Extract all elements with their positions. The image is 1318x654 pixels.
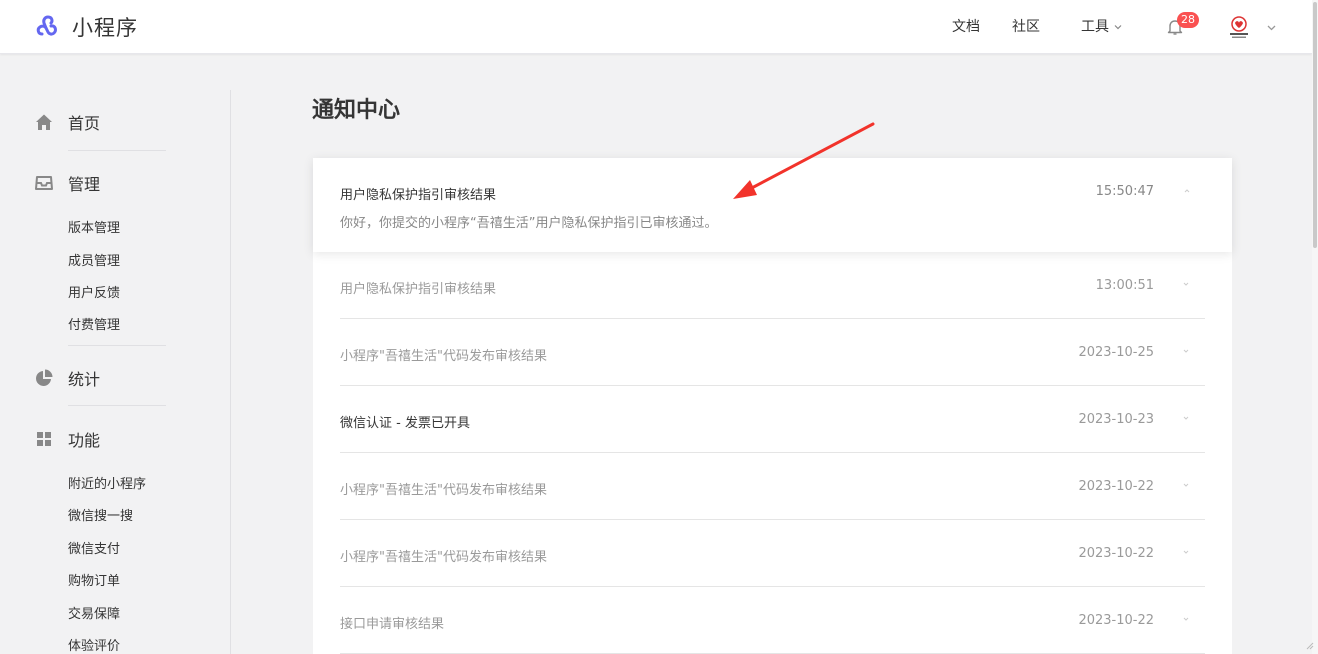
nav-docs-link[interactable]: 文档 [952, 0, 980, 54]
chevron-up-icon[interactable] [1182, 186, 1192, 196]
sidebar-item-wechat-pay[interactable]: 微信支付 [68, 538, 120, 557]
app-title: 小程序 [72, 16, 138, 40]
notification-title: 用户隐私保护指引审核结果 [340, 188, 497, 203]
inbox-icon [35, 176, 53, 190]
logo[interactable]: 小程序 [34, 12, 138, 42]
sidebar-item-manage[interactable]: 管理 [34, 171, 100, 195]
grid-icon [37, 432, 51, 446]
sidebar-item-features[interactable]: 功能 [34, 427, 100, 451]
notification-row[interactable]: 小程序"吾禧生活"代码发布审核结果 2023-10-22 [340, 520, 1205, 587]
notification-time: 2023-10-25 [1078, 345, 1154, 360]
notification-row[interactable]: 接口申请审核结果 2023-10-22 [340, 587, 1205, 654]
nav-tools-label: 工具 [1081, 19, 1109, 35]
sidebar-item-shopping-orders[interactable]: 购物订单 [68, 570, 120, 589]
sidebar-item-experience-rating[interactable]: 体验评价 [68, 635, 120, 654]
sidebar-item-nearby-mini-programs[interactable]: 附近的小程序 [68, 473, 146, 492]
sidebar-divider [230, 90, 231, 654]
chevron-down-icon[interactable] [1181, 279, 1191, 289]
notification-body: 你好，你提交的小程序“吾禧生活”用户隐私保护指引已审核通过。 [340, 216, 718, 231]
notification-row[interactable]: 小程序"吾禧生活"代码发布审核结果 2023-10-22 [340, 453, 1205, 520]
scrollbar-thumb[interactable] [1313, 2, 1317, 248]
notification-title: 用户隐私保护指引审核结果 [340, 282, 497, 297]
notification-title: 小程序"吾禧生活"代码发布审核结果 [340, 550, 547, 565]
notification-row[interactable]: 用户隐私保护指引审核结果 13:00:51 [340, 252, 1205, 319]
notification-title: 接口申请审核结果 [340, 617, 445, 632]
sidebar-item-payment-management[interactable]: 付费管理 [68, 314, 120, 333]
chevron-down-icon[interactable] [1266, 22, 1277, 33]
sidebar-item-label: 首页 [68, 114, 101, 133]
sidebar-item-member-management[interactable]: 成员管理 [68, 250, 120, 269]
sidebar-item-trade-guarantee[interactable]: 交易保障 [68, 603, 120, 622]
notification-time: 2023-10-23 [1078, 412, 1154, 427]
home-icon [36, 114, 52, 130]
notification-title: 小程序"吾禧生活"代码发布审核结果 [340, 349, 547, 364]
sidebar-item-version-management[interactable]: 版本管理 [68, 217, 120, 236]
chevron-down-icon [1114, 25, 1122, 30]
divider [68, 150, 166, 151]
divider [68, 345, 166, 346]
sidebar-item-user-feedback[interactable]: 用户反馈 [68, 282, 120, 301]
notification-row-expanded[interactable]: 用户隐私保护指引审核结果 15:50:47 你好，你提交的小程序“吾禧生活”用户… [313, 158, 1232, 252]
divider [68, 405, 166, 406]
chevron-down-icon[interactable] [1181, 480, 1191, 490]
sidebar-item-stats[interactable]: 统计 [34, 366, 100, 390]
resize-grip-icon [1306, 642, 1314, 650]
chevron-down-icon[interactable] [1181, 346, 1191, 356]
chevron-down-icon[interactable] [1181, 614, 1191, 624]
pie-chart-icon [36, 369, 53, 386]
notification-title: 小程序"吾禧生活"代码发布审核结果 [340, 483, 547, 498]
notification-row[interactable]: 小程序"吾禧生活"代码发布审核结果 2023-10-25 [340, 319, 1205, 386]
chevron-down-icon[interactable] [1181, 547, 1191, 557]
top-bar: 小程序 文档 社区 工具 28 [0, 0, 1312, 54]
sidebar-item-label: 统计 [68, 370, 101, 389]
notification-time: 2023-10-22 [1078, 546, 1154, 561]
sidebar-item-label: 管理 [68, 175, 101, 194]
nav-community-link[interactable]: 社区 [1012, 0, 1040, 54]
nav-tools-menu[interactable]: 工具 [1081, 0, 1123, 54]
notification-row[interactable]: 微信认证 - 发票已开具 2023-10-23 [340, 386, 1205, 453]
account-avatar[interactable] [1226, 14, 1252, 40]
notification-badge: 28 [1177, 12, 1199, 28]
notification-time: 2023-10-22 [1078, 613, 1154, 628]
page-title: 通知中心 [312, 98, 401, 123]
sidebar-item-home[interactable]: 首页 [34, 110, 100, 134]
mini-program-logo-icon [36, 15, 57, 36]
chevron-down-icon[interactable] [1181, 413, 1191, 423]
notification-time: 13:00:51 [1095, 278, 1154, 293]
sidebar-item-wechat-search[interactable]: 微信搜一搜 [68, 505, 133, 524]
notification-title: 微信认证 - 发票已开具 [340, 416, 470, 431]
notification-time: 15:50:47 [1095, 184, 1154, 199]
notification-time: 2023-10-22 [1078, 479, 1154, 494]
sidebar [0, 54, 232, 654]
sidebar-item-label: 功能 [68, 431, 101, 450]
